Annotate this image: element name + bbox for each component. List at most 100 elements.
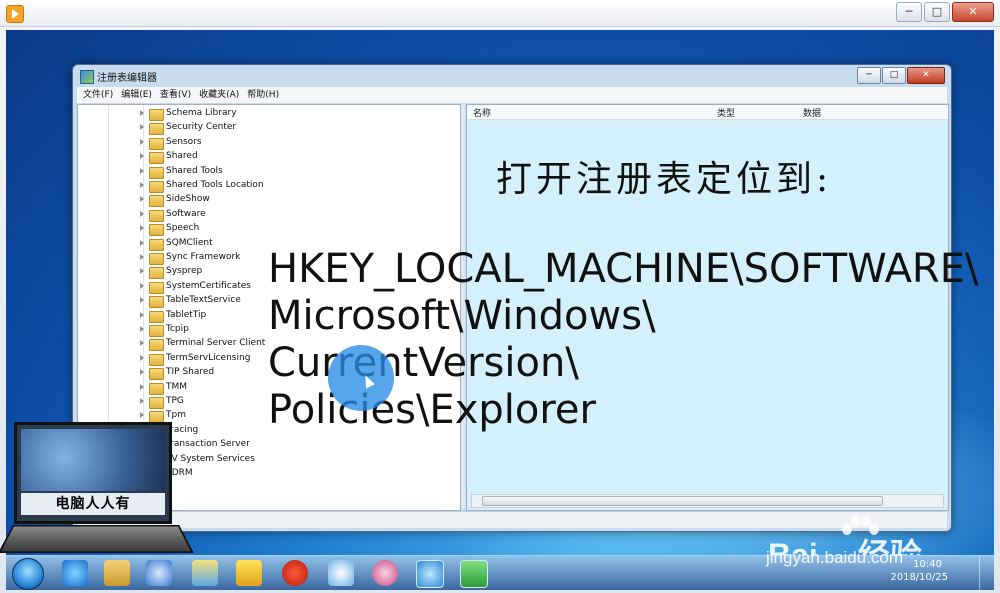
expand-arrow-icon[interactable] xyxy=(140,354,144,361)
expand-arrow-icon[interactable] xyxy=(140,110,144,116)
folder-icon xyxy=(149,166,164,179)
folder-icon xyxy=(149,224,164,237)
regedit-close-button[interactable]: ✕ xyxy=(907,67,945,84)
laptop-logo-screen: 电脑人人有 xyxy=(14,422,172,524)
tree-item-label: Sysprep xyxy=(166,266,203,277)
tree-item[interactable]: Shared Tools Location xyxy=(78,179,460,193)
expand-arrow-icon[interactable] xyxy=(140,326,144,332)
expand-arrow-icon[interactable] xyxy=(140,196,144,203)
menu-edit[interactable]: 编辑(E) xyxy=(121,87,152,103)
expand-arrow-icon[interactable] xyxy=(140,182,144,188)
player-titlebar: ─ □ ✕ xyxy=(0,0,1000,27)
expand-arrow-icon[interactable] xyxy=(140,210,144,217)
expand-arrow-icon[interactable] xyxy=(140,254,144,260)
expand-arrow-icon[interactable] xyxy=(140,412,144,419)
expand-arrow-icon[interactable] xyxy=(140,340,144,347)
tree-item-label: Tcpip xyxy=(166,324,189,334)
expand-arrow-icon[interactable] xyxy=(140,282,144,289)
folder-icon xyxy=(149,267,164,280)
folder-icon xyxy=(149,181,164,193)
tree-item[interactable]: Software xyxy=(78,208,460,222)
folder-icon xyxy=(149,209,164,222)
horizontal-scrollbar[interactable] xyxy=(471,494,944,508)
regedit-titlebar[interactable]: 注册表编辑器 ─ □ ✕ xyxy=(73,65,951,87)
expand-arrow-icon[interactable] xyxy=(140,239,144,246)
paint-icon[interactable] xyxy=(192,560,218,586)
tree-item-label: TMM xyxy=(166,381,188,392)
tree-item-label: Sensors xyxy=(166,136,202,147)
tree-item-label: Software xyxy=(166,208,206,219)
expand-arrow-icon[interactable] xyxy=(140,138,144,145)
folder-icon xyxy=(149,195,164,208)
laptop-logo-graphic xyxy=(21,429,165,491)
app-icon[interactable] xyxy=(146,560,172,586)
registry-path-line: Microsoft\Windows\ xyxy=(268,293,656,339)
player-app-icon xyxy=(6,5,24,23)
player-close-button[interactable]: ✕ xyxy=(952,2,994,22)
player-maximize-button[interactable]: □ xyxy=(924,2,950,22)
menu-view[interactable]: 查看(V) xyxy=(160,87,191,103)
tree-item-label: Security Center xyxy=(166,122,237,133)
tree-item-label: TermServLicensing xyxy=(166,352,251,363)
expand-arrow-icon[interactable] xyxy=(140,297,144,304)
tree-item[interactable]: Speech xyxy=(78,222,460,237)
column-header-name[interactable]: 名称 xyxy=(473,106,491,119)
expand-arrow-icon[interactable] xyxy=(140,153,144,160)
regedit-maximize-button[interactable]: □ xyxy=(882,67,906,84)
folder-icon xyxy=(149,368,164,381)
tree-item[interactable]: Security Center xyxy=(78,121,460,136)
player-minimize-button[interactable]: ─ xyxy=(896,2,922,22)
folder-icon xyxy=(149,397,164,409)
regedit-minimize-button[interactable]: ─ xyxy=(857,67,881,84)
column-header-type[interactable]: 类型 xyxy=(717,106,735,119)
notes-icon[interactable] xyxy=(236,560,262,586)
start-button[interactable] xyxy=(12,558,44,590)
tree-item[interactable]: Sensors xyxy=(78,136,460,150)
tree-item[interactable]: SideShow xyxy=(78,193,460,208)
expand-arrow-icon[interactable] xyxy=(140,225,144,232)
registry-path-line: HKEY_LOCAL_MACHINE\SOFTWARE\ xyxy=(268,246,979,292)
expand-arrow-icon[interactable] xyxy=(140,311,144,318)
folder-icon xyxy=(149,325,164,337)
folder-icon xyxy=(149,152,164,165)
expand-arrow-icon[interactable] xyxy=(140,268,144,275)
tree-item-label: Shared xyxy=(166,151,198,162)
tree-item[interactable]: Schema Library xyxy=(78,107,460,121)
column-header-data[interactable]: 数据 xyxy=(803,106,821,119)
menu-help[interactable]: 帮助(H) xyxy=(247,87,279,103)
tree-item[interactable]: Shared Tools xyxy=(78,165,460,179)
pinwheel-app-icon[interactable] xyxy=(328,560,354,586)
menu-favorites[interactable]: 收藏夹(A) xyxy=(199,87,239,103)
tree-item-label: SQMClient xyxy=(166,237,213,248)
tray-date[interactable]: 2018/10/25 xyxy=(890,572,948,583)
tree-item-label: TabletTip xyxy=(166,309,207,320)
file-explorer-icon[interactable] xyxy=(104,560,130,586)
tree-item-label: Terminal Server Client xyxy=(166,338,266,349)
folder-icon xyxy=(149,109,164,121)
browser-app-icon[interactable] xyxy=(416,560,444,588)
laptop-keyboard-icon xyxy=(0,525,194,554)
folder-icon xyxy=(149,238,164,251)
instruction-heading: 打开注册表定位到: xyxy=(496,159,833,200)
logo-text: 电脑人人有 xyxy=(21,493,165,515)
tree-item-label: SystemCertificates xyxy=(166,280,251,291)
regedit-taskbar-icon[interactable] xyxy=(460,560,488,588)
expand-arrow-icon[interactable] xyxy=(140,124,144,131)
player-window-controls: ─ □ ✕ xyxy=(896,2,994,22)
horizontal-scrollbar-thumb[interactable] xyxy=(482,496,883,506)
regedit-window-controls: ─ □ ✕ xyxy=(857,67,945,84)
tree-item-label: Speech xyxy=(166,223,200,234)
avatar-app-icon[interactable] xyxy=(372,560,398,586)
ie-icon[interactable] xyxy=(62,560,88,586)
chess-app-icon[interactable] xyxy=(282,560,308,586)
folder-icon xyxy=(149,281,164,294)
tree-item[interactable]: Shared xyxy=(78,150,460,165)
expand-arrow-icon[interactable] xyxy=(140,167,144,174)
expand-arrow-icon[interactable] xyxy=(140,369,144,376)
show-desktop-button[interactable] xyxy=(979,556,994,590)
menu-file[interactable]: 文件(F) xyxy=(83,87,113,103)
folder-icon xyxy=(149,382,164,395)
tray-clock[interactable]: 10:40 xyxy=(913,558,942,572)
expand-arrow-icon[interactable] xyxy=(140,398,144,404)
expand-arrow-icon[interactable] xyxy=(140,383,144,390)
